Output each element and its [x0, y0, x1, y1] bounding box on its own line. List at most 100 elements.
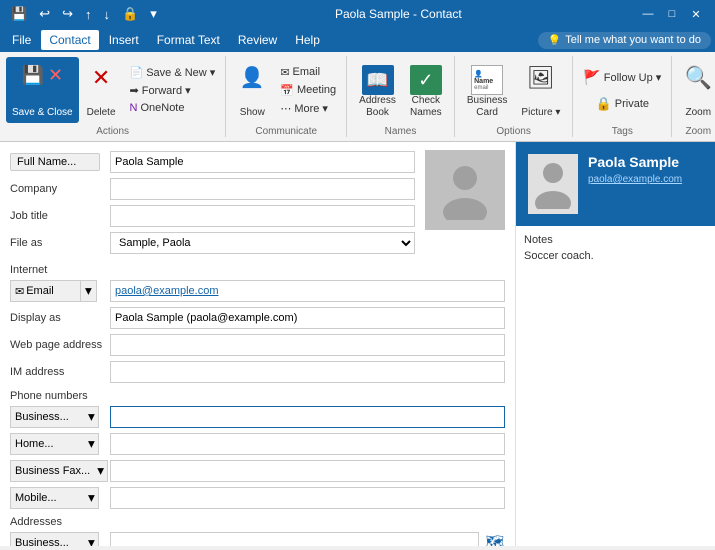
- contact-photo-placeholder[interactable]: [425, 150, 505, 230]
- up-icon[interactable]: ↑: [82, 6, 95, 23]
- job-title-input[interactable]: [110, 205, 415, 227]
- more-qa-icon[interactable]: ▾: [147, 5, 160, 23]
- business-phone-row: Business... ▾: [10, 405, 505, 429]
- address-row: Business... ▾ 🗺: [10, 531, 505, 546]
- phone-section-label: Phone numbers: [10, 390, 505, 402]
- options-group-label: Options: [496, 126, 530, 137]
- flag-icon: 🚩: [583, 69, 600, 86]
- minimize-button[interactable]: —: [637, 3, 659, 25]
- menu-review[interactable]: Review: [230, 30, 285, 50]
- lightbulb-icon: 💡: [548, 34, 562, 47]
- contact-card-name: Paola Sample: [588, 154, 703, 170]
- notes-label: Notes: [524, 234, 707, 246]
- communicate-group-label: Communicate: [255, 126, 317, 137]
- check-names-button[interactable]: ✓ CheckNames: [404, 57, 448, 123]
- zoom-button[interactable]: 🔍 Zoom: [678, 57, 715, 123]
- im-address-row: IM address: [10, 360, 505, 384]
- full-name-input[interactable]: [110, 151, 415, 173]
- tell-me-search[interactable]: 💡 Tell me what you want to do: [538, 32, 711, 49]
- display-as-row: Display as: [10, 306, 505, 330]
- web-page-input[interactable]: [110, 334, 505, 356]
- picture-button[interactable]: 🖼 Picture ▾: [515, 57, 566, 123]
- job-title-label: Job title: [10, 210, 110, 222]
- home-phone-type[interactable]: Home...: [10, 433, 85, 455]
- company-input[interactable]: [110, 178, 415, 200]
- lock-icon[interactable]: 🔒: [119, 5, 141, 23]
- file-as-label: File as: [10, 237, 110, 249]
- ribbon-group-tags: 🚩 Follow Up ▾ 🔒 Private Tags: [573, 56, 672, 137]
- show-icon: 👤: [240, 67, 265, 89]
- undo-icon[interactable]: ↩: [36, 5, 53, 23]
- company-label: Company: [10, 183, 110, 195]
- content-area: Full Name... Company Job title: [0, 142, 715, 546]
- follow-up-button[interactable]: 🚩 Follow Up ▾: [579, 67, 665, 88]
- home-phone-row: Home... ▾: [10, 432, 505, 456]
- business-phone-dropdown[interactable]: ▾: [85, 406, 99, 428]
- mobile-phone-type[interactable]: Mobile...: [10, 487, 85, 509]
- business-fax-row: Business Fax... ▾: [10, 459, 505, 483]
- display-as-input[interactable]: [110, 307, 505, 329]
- down-icon[interactable]: ↓: [101, 6, 114, 23]
- menu-file[interactable]: File: [4, 30, 39, 50]
- save-new-button[interactable]: 📄 Save & New ▾: [126, 64, 220, 81]
- map-icon[interactable]: 🗺: [485, 533, 505, 546]
- business-fax-type[interactable]: Business Fax...: [10, 460, 94, 482]
- zoom-group-label: Zoom: [685, 126, 711, 137]
- email-type-wrap: ✉ Email ▾: [10, 280, 110, 302]
- address-book-button[interactable]: 📖 AddressBook: [353, 57, 402, 123]
- file-as-select-wrap: Sample, Paola: [110, 232, 415, 254]
- window-title: Paola Sample - Contact: [160, 7, 637, 21]
- im-address-input[interactable]: [110, 361, 505, 383]
- ribbon-group-actions: 💾 ✕ Save & Close ✕ Delete 📄 Save & New ▾: [0, 56, 226, 137]
- meeting-button[interactable]: 📅 Meeting: [276, 82, 340, 99]
- menu-insert[interactable]: Insert: [101, 30, 147, 50]
- more-button[interactable]: ⋯ More ▾: [276, 100, 340, 117]
- address-type-button[interactable]: Business...: [10, 532, 85, 546]
- web-page-row: Web page address: [10, 333, 505, 357]
- email-type-button[interactable]: ✉ Email: [10, 280, 80, 302]
- communicate-stack: ✉ Email 📅 Meeting ⋯ More ▾: [276, 64, 340, 117]
- menu-contact[interactable]: Contact: [41, 30, 98, 50]
- form-area: Full Name... Company Job title: [0, 142, 515, 546]
- file-as-select[interactable]: Sample, Paola: [110, 232, 415, 254]
- show-button[interactable]: 👤 Show: [232, 57, 272, 123]
- save-new-icon: 📄: [130, 66, 144, 79]
- full-name-button[interactable]: Full Name...: [10, 153, 100, 171]
- business-fax-input[interactable]: [110, 460, 505, 482]
- contact-card: Paola Sample paola@example.com: [516, 142, 715, 226]
- mobile-phone-dropdown[interactable]: ▾: [85, 487, 99, 509]
- email-input[interactable]: [110, 280, 505, 302]
- maximize-button[interactable]: □: [661, 3, 683, 25]
- save-close-button[interactable]: 💾 ✕ Save & Close: [6, 57, 79, 123]
- internet-section-label: Internet: [10, 264, 505, 276]
- email-row: ✉ Email ▾: [10, 279, 505, 303]
- mobile-phone-input[interactable]: [110, 487, 505, 509]
- business-card-button[interactable]: 👤 Name email BusinessCard: [461, 57, 514, 123]
- notes-content[interactable]: Soccer coach.: [524, 250, 707, 310]
- mobile-phone-row: Mobile... ▾: [10, 486, 505, 510]
- actions-group-label: Actions: [96, 126, 129, 137]
- business-phone-type[interactable]: Business...: [10, 406, 85, 428]
- address-input[interactable]: [110, 532, 479, 546]
- address-dropdown[interactable]: ▾: [85, 532, 99, 546]
- menu-format-text[interactable]: Format Text: [149, 30, 228, 50]
- actions-stack: 📄 Save & New ▾ ➡ Forward ▾ N OneNote: [126, 64, 220, 116]
- redo-icon[interactable]: ↪: [59, 5, 76, 23]
- home-phone-dropdown[interactable]: ▾: [85, 433, 99, 455]
- close-button[interactable]: ✕: [685, 3, 707, 25]
- private-button[interactable]: 🔒 Private: [592, 94, 653, 114]
- business-fax-dropdown[interactable]: ▾: [94, 460, 108, 482]
- save-icon[interactable]: 💾: [8, 5, 30, 23]
- email-dropdown-button[interactable]: ▾: [80, 280, 97, 302]
- onenote-button[interactable]: N OneNote: [126, 100, 220, 116]
- contact-card-email[interactable]: paola@example.com: [588, 174, 703, 185]
- menu-bar: File Contact Insert Format Text Review H…: [0, 28, 715, 52]
- menu-help[interactable]: Help: [287, 30, 328, 50]
- names-group-label: Names: [385, 126, 417, 137]
- forward-button[interactable]: ➡ Forward ▾: [126, 82, 220, 99]
- home-phone-input[interactable]: [110, 433, 505, 455]
- business-phone-input[interactable]: [110, 406, 505, 428]
- notes-section: Notes Soccer coach.: [516, 226, 715, 546]
- email-button[interactable]: ✉ Email: [276, 64, 340, 81]
- delete-button[interactable]: ✕ Delete: [81, 57, 122, 123]
